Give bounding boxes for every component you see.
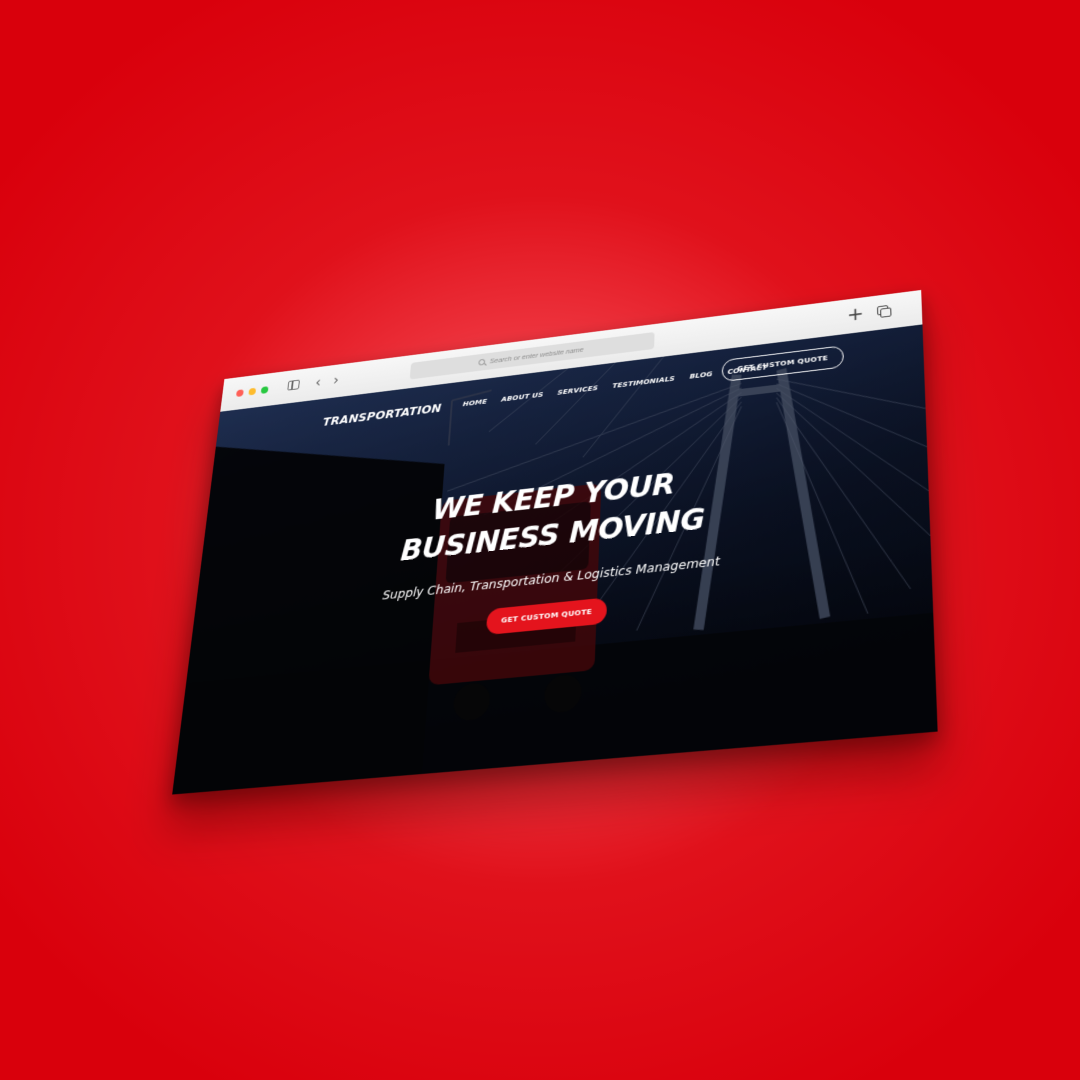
menu-item-blog[interactable]: BLOG [690,369,713,380]
tab-overview-icon[interactable] [877,305,891,318]
address-placeholder: Search or enter website name [489,345,583,365]
sidebar-toggle-icon[interactable] [287,380,300,391]
menu-item-testimonials[interactable]: TESTIMONIALS [612,374,675,390]
chevron-left-icon[interactable]: ‹ [311,375,325,390]
menu-item-home[interactable]: HOME [463,397,488,408]
search-icon [478,359,485,366]
header-quote-button[interactable]: GET CUSTOM QUOTE [722,345,844,382]
browser-window: ‹ › Search or enter website name + TRANS… [172,290,937,795]
site-logo[interactable]: TRANSPORTATION [322,401,442,429]
menu-item-about-us[interactable]: ABOUT US [501,390,544,403]
chevron-right-icon[interactable]: › [329,372,343,387]
zoom-window-button[interactable] [261,386,269,394]
menu-item-services[interactable]: SERVICES [557,384,598,397]
plus-icon[interactable]: + [847,305,863,323]
mockup-stage: ‹ › Search or enter website name + TRANS… [0,0,1080,1080]
close-window-button[interactable] [236,389,244,397]
minimize-window-button[interactable] [248,388,256,396]
